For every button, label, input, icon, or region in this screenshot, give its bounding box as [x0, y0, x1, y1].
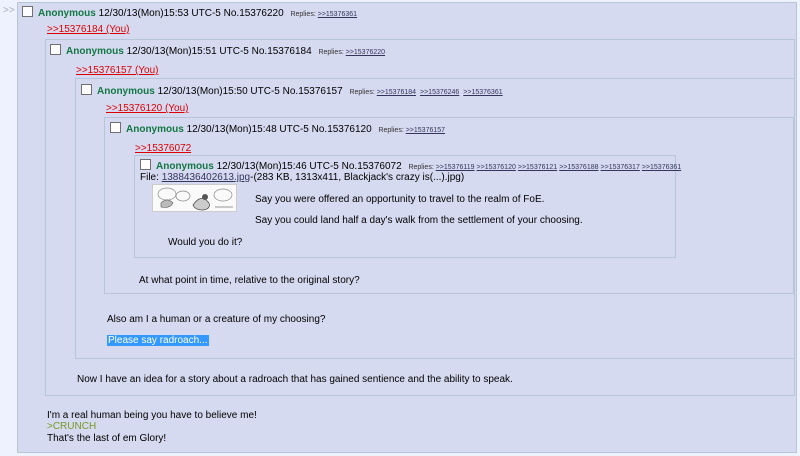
post-line: Would you do it?	[168, 237, 243, 248]
replies-list: Replies: >>15376184 >>15376246 >>1537636…	[349, 89, 503, 96]
poster-name: Anonymous	[38, 8, 96, 19]
post-line: Also am I a human or a creature of my ch…	[107, 314, 326, 325]
replies-list: Replies: >>15376220	[318, 49, 386, 56]
post-header: Anonymous 12/30/13(Mon)15:48 UTC-5 No.15…	[110, 122, 447, 137]
reply-link[interactable]: >>15376246	[420, 89, 459, 96]
quote-link[interactable]: >>15376072	[135, 143, 191, 155]
post-checkbox[interactable]	[50, 44, 61, 55]
post-line: At what point in time, relative to the o…	[139, 275, 360, 286]
post-header: Anonymous 12/30/13(Mon)15:53 UTC-5 No.15…	[22, 6, 359, 21]
post-datetime: 12/30/13(Mon)15:50 UTC-5 No.15376157	[157, 86, 343, 97]
quote-link[interactable]: >>15376120 (You)	[106, 103, 189, 115]
post-line: Say you could land half a day's walk fro…	[255, 215, 583, 226]
poster-name: Anonymous	[126, 124, 184, 135]
poster-name: Anonymous	[97, 86, 155, 97]
post-checkbox[interactable]	[22, 6, 33, 17]
post-line: Say you were offered an opportunity to t…	[255, 194, 545, 205]
reply-link[interactable]: >>15376120	[477, 164, 516, 171]
reply-link[interactable]: >>15376188	[559, 164, 598, 171]
post-datetime: 12/30/13(Mon)15:48 UTC-5 No.15376120	[186, 124, 372, 135]
poster-name: Anonymous	[66, 46, 124, 57]
reply-link[interactable]: >>15376361	[318, 11, 357, 18]
reply-link[interactable]: >>15376121	[518, 164, 557, 171]
replies-list: Replies: >>15376361	[290, 11, 358, 18]
post-header: Anonymous 12/30/13(Mon)15:50 UTC-5 No.15…	[81, 84, 505, 99]
file-meta: -(283 KB, 1313x411, Blackjack's crazy is…	[250, 172, 465, 183]
post-line: Please say radroach...	[107, 335, 209, 347]
greentext-line: >CRUNCH	[47, 421, 97, 432]
reply-link[interactable]: >>15376184	[377, 89, 416, 96]
quote-link[interactable]: >>15376184 (You)	[47, 24, 130, 36]
reply-link[interactable]: >>15376157	[406, 127, 445, 134]
file-info: File: 1388436402613.jpg-(283 KB, 1313x41…	[140, 172, 464, 184]
post-line: Now I have an idea for a story about a r…	[77, 374, 513, 385]
selected-text: Please say radroach...	[107, 335, 209, 346]
reply-link[interactable]: >>15376361	[642, 164, 681, 171]
post-datetime: 12/30/13(Mon)15:46 UTC-5 No.15376072	[216, 161, 402, 172]
post-checkbox[interactable]	[140, 159, 151, 170]
quote-link[interactable]: >>15376157 (You)	[76, 65, 159, 77]
reply-link[interactable]: >>15376119	[436, 164, 475, 171]
file-label: File:	[140, 172, 159, 183]
post-datetime: 12/30/13(Mon)15:51 UTC-5 No.15376184	[126, 46, 312, 57]
post-checkbox[interactable]	[110, 122, 121, 133]
file-link[interactable]: 1388436402613.jpg	[162, 172, 250, 183]
replies-list: Replies: >>15376119 >>15376120 >>15376121 >…	[408, 164, 682, 171]
post-header: Anonymous 12/30/13(Mon)15:51 UTC-5 No.15…	[50, 44, 387, 59]
reply-link[interactable]: >>15376317	[601, 164, 640, 171]
reply-arrows: >>	[3, 5, 15, 16]
poster-name: Anonymous	[156, 161, 214, 172]
post-checkbox[interactable]	[81, 84, 92, 95]
replies-list: Replies: >>15376157	[378, 127, 446, 134]
post-datetime: 12/30/13(Mon)15:53 UTC-5 No.15376220	[98, 8, 284, 19]
image-thumbnail[interactable]	[152, 184, 237, 212]
reply-link[interactable]: >>15376220	[346, 49, 385, 56]
post-line: That's the last of em Glory!	[47, 433, 167, 444]
reply-link[interactable]: >>15376361	[463, 89, 502, 96]
